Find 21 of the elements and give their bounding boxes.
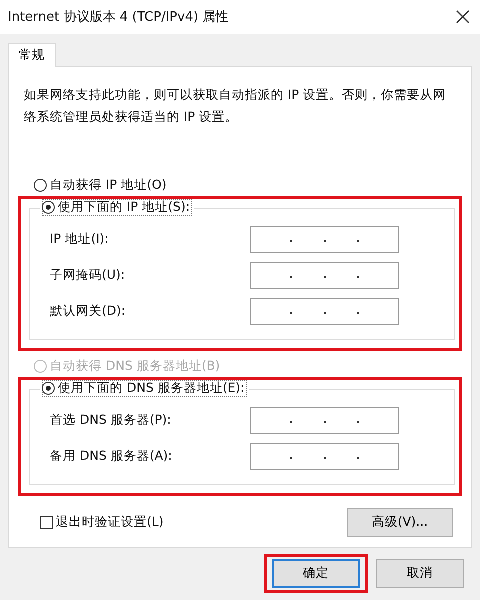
- radio-option[interactable]: 使用下面的 DNS 服务器地址(E):: [42, 380, 247, 397]
- field-label: 首选 DNS 服务器(P):: [50, 412, 172, 428]
- tab[interactable]: 常规: [8, 43, 56, 67]
- ok-button[interactable]: 确定: [272, 558, 360, 588]
- field-label: IP 地址(I):: [50, 230, 109, 248]
- window-title: Internet 协议版本 4 (TCP/IPv4) 属性: [8, 9, 229, 26]
- field-label: 子网掩码(U):: [50, 266, 126, 284]
- ip-address-field[interactable]: [250, 262, 399, 288]
- radio-option[interactable]: 自动获得 IP 地址(O): [34, 176, 167, 194]
- ip-address-field[interactable]: [250, 226, 399, 252]
- radio-option[interactable]: 使用下面的 IP 地址(S):: [42, 199, 192, 216]
- ip-address-field[interactable]: [250, 442, 399, 470]
- ip-address-field[interactable]: [250, 406, 399, 434]
- description-text: 如果网络支持此功能，则可以获取自动指派的 IP 设置。否则，你需要从网络系统管理员处获得适当的 IP 设置。: [24, 86, 448, 126]
- close-icon[interactable]: [456, 10, 470, 24]
- field-label: 默认网关(D):: [50, 302, 126, 320]
- cancel-button[interactable]: 取消: [376, 558, 464, 588]
- checkbox-option[interactable]: 退出时验证设置(L): [40, 514, 164, 531]
- advanced-button[interactable]: 高级(V)...: [347, 508, 453, 537]
- ip-address-field[interactable]: [250, 298, 399, 324]
- field-label: 备用 DNS 服务器(A):: [50, 448, 172, 464]
